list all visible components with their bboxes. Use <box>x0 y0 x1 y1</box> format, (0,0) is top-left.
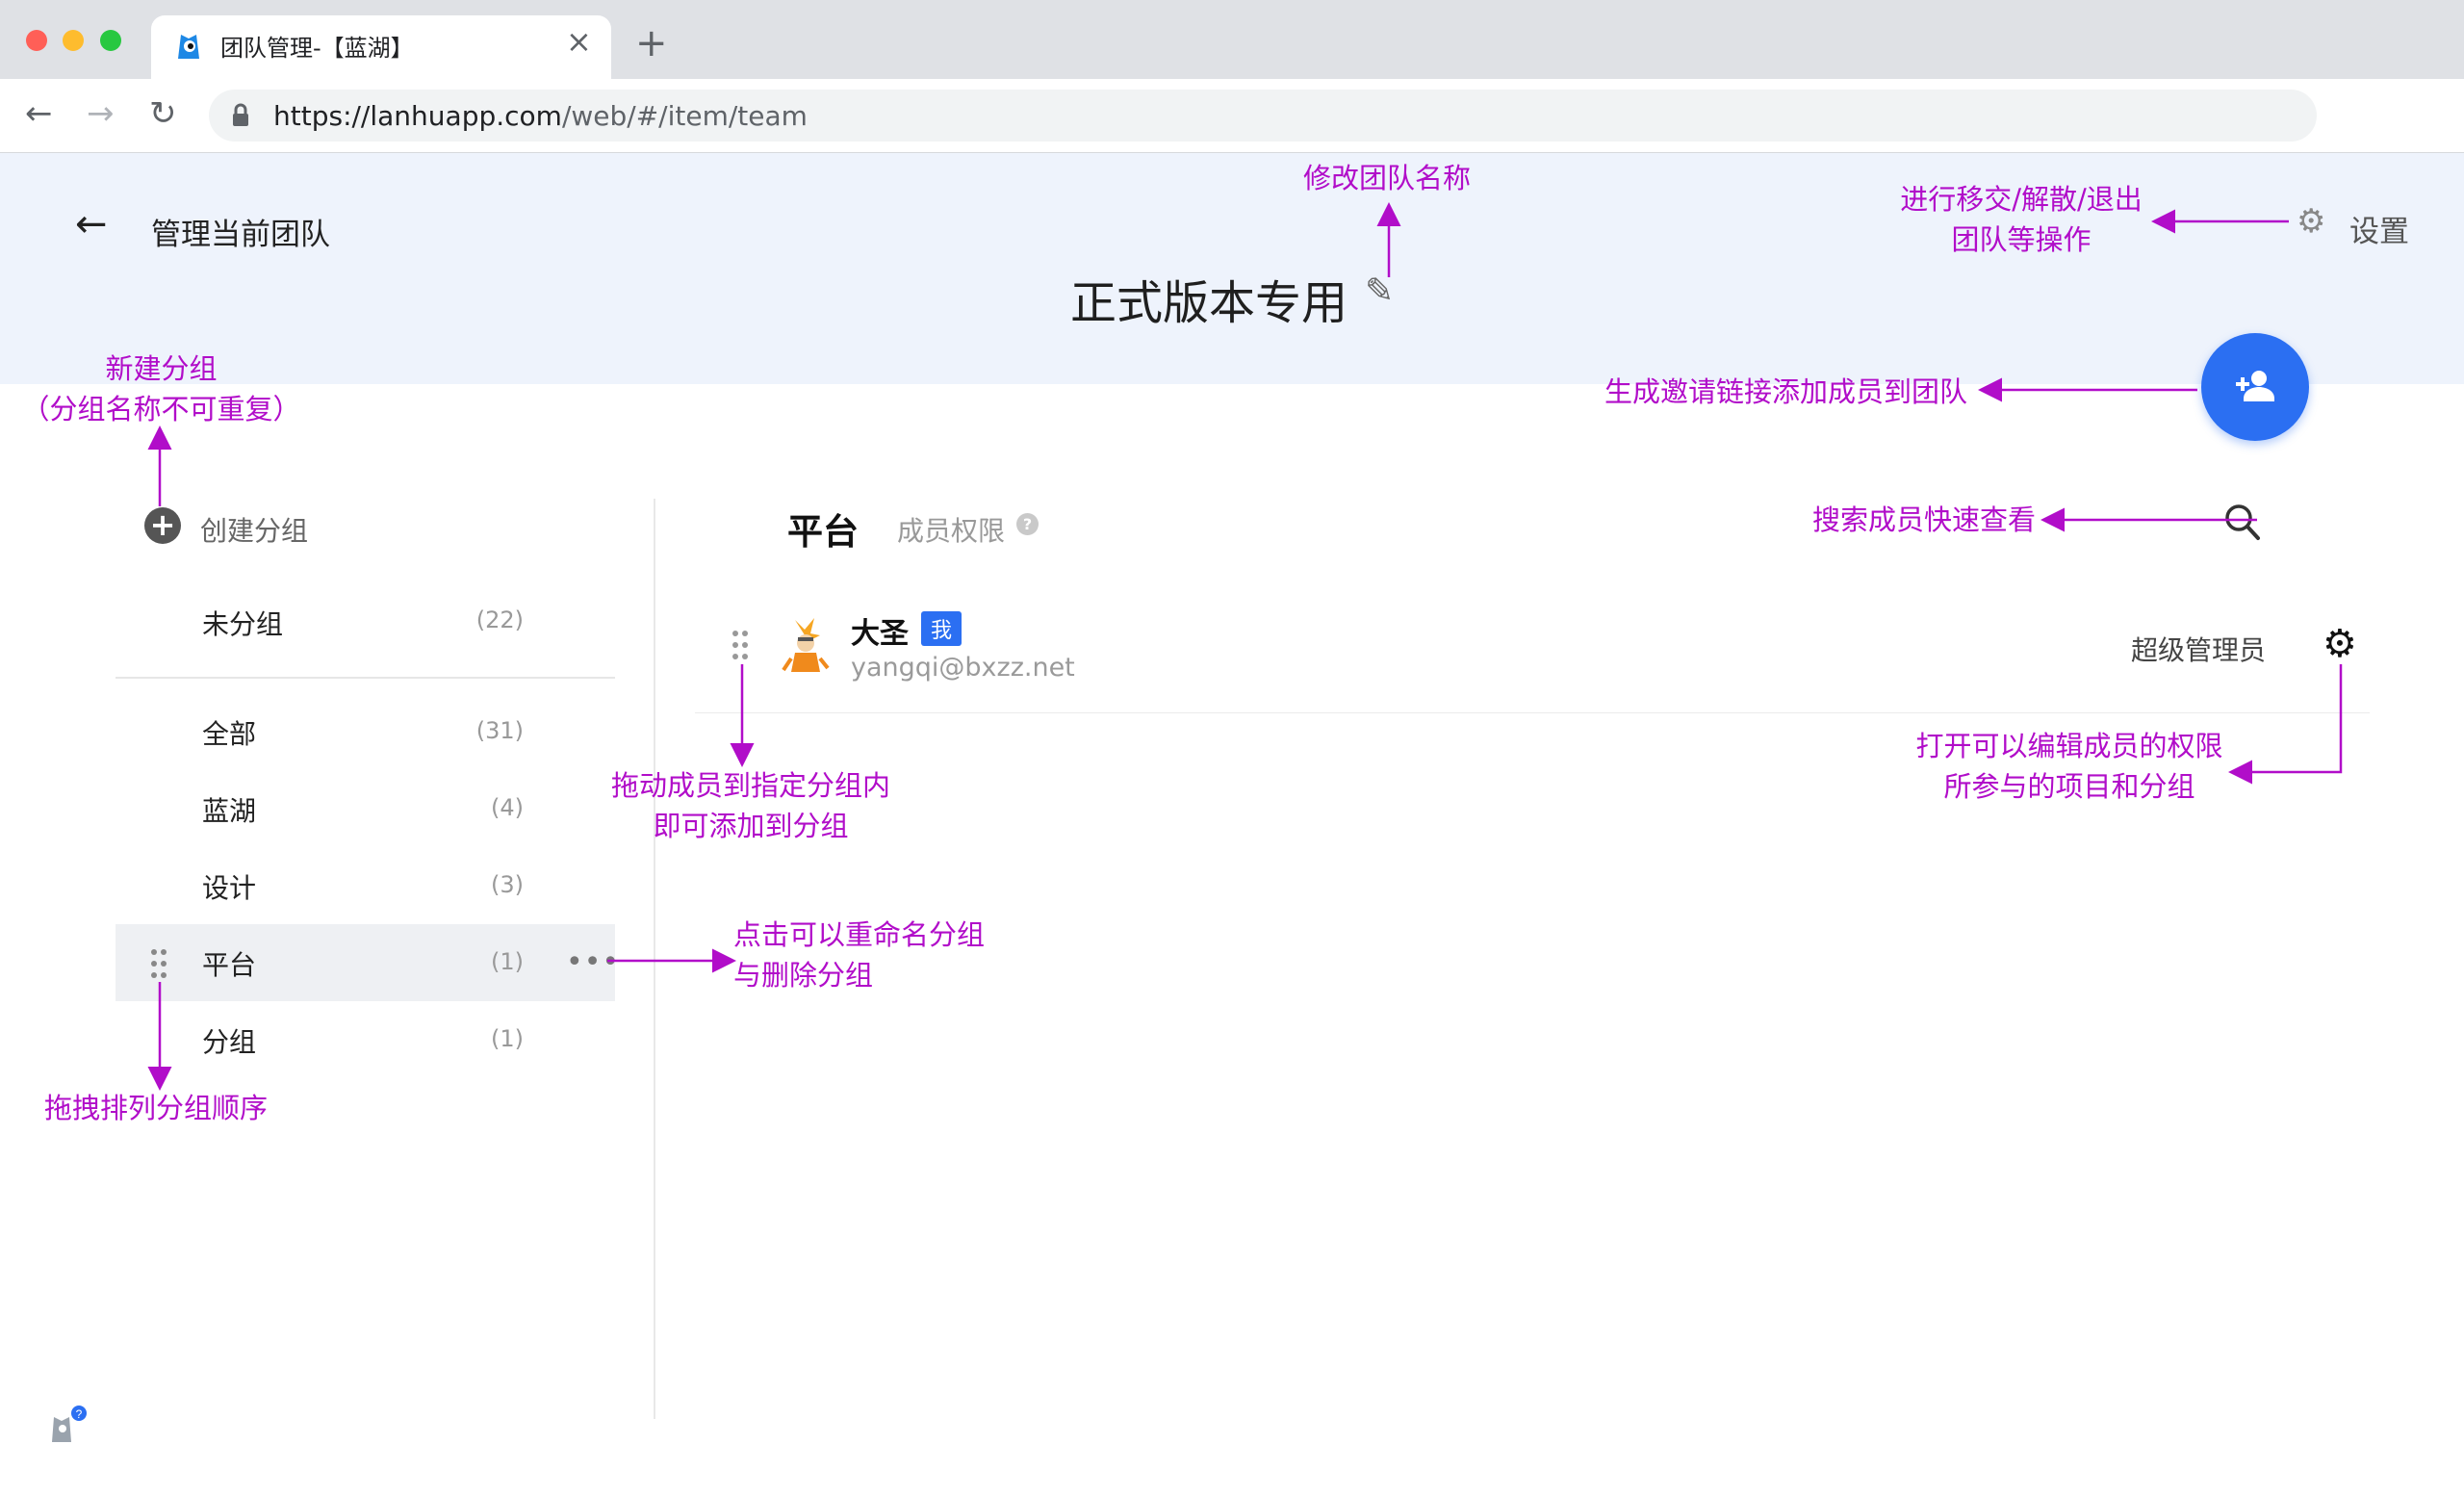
window-zoom-dot[interactable] <box>100 30 121 51</box>
back-arrow-icon[interactable]: ← <box>75 202 108 246</box>
annotation-line: 即可添加到分组 <box>653 810 849 842</box>
annotation-drag-member: 拖动成员到指定分组内 即可添加到分组 <box>597 765 905 846</box>
member-settings-gear-icon[interactable]: ⚙ <box>2323 622 2357 666</box>
sidebar-item-all[interactable]: 全部 <box>202 713 256 752</box>
group-count: (1) <box>491 948 524 975</box>
search-icon[interactable] <box>2223 503 2262 543</box>
forward-icon[interactable]: → <box>87 94 115 133</box>
help-mascot-icon[interactable]: ? <box>48 1406 90 1446</box>
new-tab-icon[interactable]: + <box>635 21 668 65</box>
group-count: (22) <box>475 606 524 633</box>
help-icon[interactable]: ? <box>1016 513 1039 535</box>
sidebar-item-platform[interactable]: 平台 <box>202 944 256 983</box>
sidebar-item-design[interactable]: 设计 <box>202 867 256 906</box>
settings-gear-icon[interactable]: ⚙ <box>2297 202 2325 241</box>
svg-text:?: ? <box>76 1407 83 1421</box>
annotation-line: 拖动成员到指定分组内 <box>610 769 890 802</box>
add-person-icon <box>2236 371 2274 401</box>
annotation-line: （分组名称不可重复） <box>21 393 301 426</box>
me-badge: 我 <box>921 611 962 646</box>
annotation-line: 进行移交/解散/退出 <box>1900 183 2143 216</box>
annotation-member-perm: 打开可以编辑成员的权限 所参与的项目和分组 <box>1886 726 2252 807</box>
sidebar-item-group[interactable]: 分组 <box>202 1021 256 1060</box>
annotation-line: 点击可以重命名分组 <box>733 918 986 951</box>
page-title: 管理当前团队 <box>151 218 330 252</box>
more-options-icon[interactable]: ••• <box>566 945 620 979</box>
settings-label[interactable]: 设置 <box>2349 207 2409 250</box>
drag-handle-icon[interactable] <box>732 630 749 660</box>
back-icon[interactable]: ← <box>25 94 53 133</box>
create-group-icon[interactable]: + <box>144 507 181 544</box>
annotation-rename-group: 点击可以重命名分组 与删除分组 <box>733 915 985 995</box>
lanhu-logo-icon <box>178 35 199 59</box>
tab-close-icon[interactable]: × <box>566 23 592 60</box>
avatar <box>782 618 830 672</box>
member-permission-link[interactable]: 成员权限 <box>897 510 1005 549</box>
member-email: yangqi@bxzz.net <box>851 653 1075 683</box>
divider <box>116 677 615 679</box>
window-close-dot[interactable] <box>26 30 47 51</box>
url-host: https://lanhuapp.com <box>273 100 562 132</box>
lock-icon <box>233 103 248 126</box>
annotation-search: 搜索成员快速查看 <box>1812 503 2037 536</box>
annotation-sort-groups: 拖拽排列分组顺序 <box>44 1092 269 1124</box>
annotation-invite: 生成邀请链接添加成员到团队 <box>1604 375 1968 408</box>
url-path: /web/#/item/team <box>561 100 808 132</box>
member-role: 超级管理员 <box>2131 634 2267 666</box>
sidebar-item-ungrouped[interactable]: 未分组 <box>202 604 283 642</box>
group-count: (1) <box>491 1025 524 1052</box>
url-text[interactable]: https://lanhuapp.com/web/#/item/team <box>273 100 808 132</box>
annotation-line: 新建分组 <box>105 352 218 385</box>
annotation-line: 与删除分组 <box>733 959 874 992</box>
sidebar-item-lanhu[interactable]: 蓝湖 <box>202 790 256 829</box>
annotation-line: 所参与的项目和分组 <box>1943 770 2195 803</box>
group-count: (4) <box>491 794 524 821</box>
annotation-rename-team: 修改团队名称 <box>1303 162 1472 194</box>
team-name: 正式版本专用 <box>1070 276 1348 330</box>
group-count: (3) <box>491 871 524 898</box>
window-minimize-dot[interactable] <box>63 30 84 51</box>
reload-icon[interactable]: ↻ <box>149 94 177 133</box>
annotation-line: 打开可以编辑成员的权限 <box>1915 730 2223 762</box>
annotation-line: 团队等操作 <box>1951 223 2092 256</box>
edit-pencil-icon[interactable]: ✎ <box>1365 271 1394 311</box>
member-name: 大圣 <box>851 617 909 651</box>
group-row-active[interactable] <box>116 924 615 1001</box>
annotation-settings: 进行移交/解散/退出 团队等操作 <box>1877 179 2166 260</box>
invite-member-button[interactable] <box>2201 333 2309 441</box>
create-group-button[interactable]: 创建分组 <box>200 510 308 549</box>
tab-title: 团队管理-【蓝湖】 <box>220 35 414 62</box>
group-count: (31) <box>475 717 524 744</box>
drag-handle-icon[interactable] <box>150 948 167 979</box>
sidebar-divider <box>654 499 655 1419</box>
group-title: 平台 <box>787 511 859 553</box>
annotation-new-group: 新建分组 （分组名称不可重复） <box>19 348 303 429</box>
